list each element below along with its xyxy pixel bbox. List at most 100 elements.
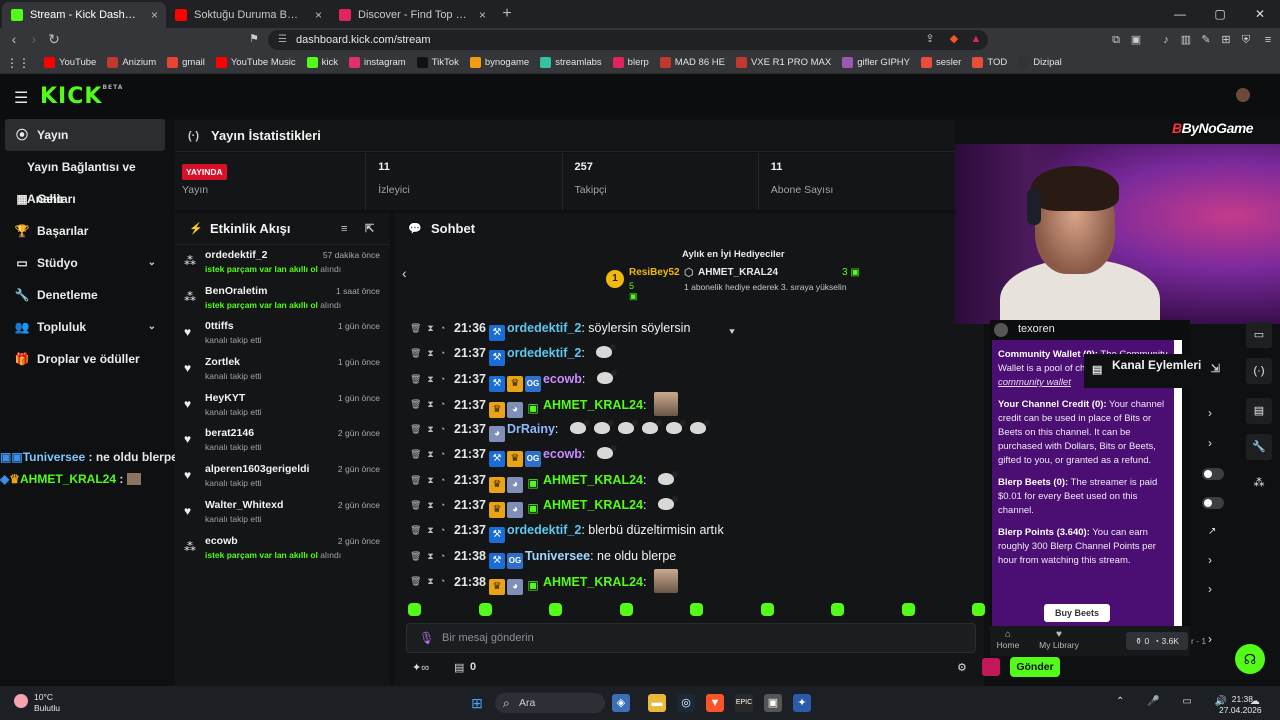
bookmark-item[interactable]: instagram xyxy=(349,57,406,68)
blerp-icon[interactable]: ⁂ xyxy=(1246,470,1272,496)
steam-icon[interactable]: ◎ xyxy=(677,694,695,712)
mod-actions-icon[interactable]: 🗑⧗◔ xyxy=(410,417,451,442)
chat-username[interactable]: AHMET_KRAL24 xyxy=(543,498,643,512)
chevron-right-icon[interactable]: › xyxy=(1208,632,1212,646)
chat-message[interactable]: 🗑⧗◔ 21:36 ⚒ ordedektif_2: söylersin söylers… xyxy=(406,316,966,341)
popout-icon[interactable]: ⇱ xyxy=(365,213,374,245)
mod-actions-icon[interactable]: 🗑⧗◔ xyxy=(410,468,451,493)
site-info-icon[interactable]: ☰ xyxy=(278,30,287,50)
store-icon[interactable]: ▤ xyxy=(454,661,464,674)
close-tab-icon[interactable]: × xyxy=(479,2,486,28)
feed-item[interactable]: ♥ alperen1603gerigeldi 2 gün önce kanalı ta… xyxy=(175,459,390,495)
chevron-right-icon[interactable]: › xyxy=(1208,582,1212,596)
chevron-down-icon[interactable]: ⌄ xyxy=(148,311,156,343)
chat-message[interactable]: 🗑⧗◔ 21:37 ♛ ◕ ▣ AHMET_KRAL24: xyxy=(406,493,966,519)
taskbar-search[interactable]: Ara xyxy=(495,693,605,713)
quick-emote-icon[interactable] xyxy=(901,603,915,616)
chevron-right-icon[interactable]: › xyxy=(1208,406,1212,420)
apps-icon[interactable]: ⋮⋮ xyxy=(6,56,30,70)
bookmark-item[interactable]: Dizipal xyxy=(1018,57,1062,68)
mod-actions-icon[interactable]: 🗑⧗◔ xyxy=(410,569,451,594)
chat-message[interactable]: 🗑⧗◔ 21:37 ◕ DrRainy: xyxy=(406,417,966,443)
browser-tab[interactable]: Soktuğu Duruma Bak | YouTube Music× xyxy=(166,2,330,28)
toggle-switch[interactable] xyxy=(1202,468,1224,480)
minimize-icon[interactable]: — xyxy=(1160,0,1200,28)
feed-item[interactable]: ⁂ BenOraletim 1 saat önce istek parçam var … xyxy=(175,281,390,317)
filter-icon[interactable]: ≡ xyxy=(341,213,347,245)
chat-message[interactable]: 🗑⧗◔ 21:37 ♛ ◕ ▣ AHMET_KRAL24: xyxy=(406,391,966,418)
taskbar-clock[interactable]: 21:38 27.04.2026 xyxy=(1219,694,1262,716)
chat-message[interactable]: 🗑⧗◔ 21:37 ⚒ ♛ OG ecowb: xyxy=(406,442,966,468)
sidebar-icon[interactable]: ▥ xyxy=(1178,32,1194,48)
feed-item[interactable]: ♥ Walter_Whitexd 2 gün önce kanalı takip et… xyxy=(175,495,390,531)
wallet-icon[interactable]: ⊞ xyxy=(1218,32,1234,48)
music-icon[interactable]: ♪ xyxy=(1158,32,1174,48)
app-icon[interactable]: ◈ xyxy=(612,694,630,712)
chat-message[interactable]: 🗑⧗◔ 21:37 ⚒ ordedektif_2: xyxy=(406,341,966,367)
feed-item[interactable]: ⁂ ordedektif_2 57 dakika önce istek parçam … xyxy=(175,245,390,281)
feed-item[interactable]: ♥ HeyKYT 1 gün önce kanalı takip etti xyxy=(175,388,390,424)
sidebar-item[interactable]: 🔧 Denetleme xyxy=(0,279,170,311)
user-avatar[interactable] xyxy=(1236,88,1250,102)
bookmark-item[interactable]: VXE R1 PRO MAX xyxy=(735,57,831,68)
chat-username[interactable]: ordedektif_2 xyxy=(507,321,581,335)
chat-username[interactable]: AHMET_KRAL24 xyxy=(543,575,643,589)
bookmark-item[interactable]: YouTube xyxy=(44,57,96,68)
close-tab-icon[interactable]: × xyxy=(315,2,322,28)
menu-icon[interactable]: ≡ xyxy=(1260,32,1276,48)
stats-icon[interactable]: ↗ xyxy=(1208,526,1216,537)
bookmark-item[interactable]: kick xyxy=(306,57,338,68)
sidebar-item[interactable]: ▭ Stüdyo ⌄ xyxy=(0,247,170,279)
bookmark-icon[interactable]: ⚑ xyxy=(246,31,262,47)
kick-logo[interactable]: KICKBETA xyxy=(40,84,123,109)
credit-balance[interactable]: ⚱ 0 ◔ 3.6K xyxy=(1126,632,1188,650)
new-tab-icon[interactable]: + xyxy=(494,2,520,28)
url-field[interactable]: ☰ dashboard.kick.com/stream xyxy=(268,30,988,50)
brave-shield-icon[interactable]: ◆ xyxy=(946,31,962,47)
mod-actions-icon[interactable]: 🗑⧗◔ xyxy=(410,367,451,392)
support-icon[interactable]: ☊ xyxy=(1235,644,1265,674)
chat-message[interactable]: 🗑⧗◔ 21:38 ⚒ OG Tuniversee: ne oldu blerpe xyxy=(406,544,966,569)
chat-input[interactable]: 🎙 Bir mesaj gönderin xyxy=(406,623,976,653)
sidebar-item[interactable]: ▦ Gelir xyxy=(0,183,170,215)
chat-username[interactable]: AHMET_KRAL24 xyxy=(543,398,643,412)
screenshot-icon[interactable]: ▣ xyxy=(1128,32,1144,48)
quick-emote-icon[interactable] xyxy=(478,603,492,616)
bookmark-item[interactable]: bynogame xyxy=(469,57,529,68)
broadcast-icon[interactable]: (·) xyxy=(1246,358,1272,384)
sidebar-item[interactable]: ⦿ Yayın xyxy=(5,119,165,151)
chat-username[interactable]: AHMET_KRAL24 xyxy=(543,473,643,487)
quick-emote-icon[interactable] xyxy=(690,603,703,616)
weather-widget[interactable]: 10°C Bulutlu xyxy=(14,692,60,714)
browser-tab[interactable]: Stream - Kick Dashboard × xyxy=(2,2,166,28)
chat-username[interactable]: DrRainy xyxy=(507,422,555,436)
chat-username[interactable]: ecowb xyxy=(543,447,582,461)
reload-icon[interactable]: ↻ xyxy=(44,31,64,48)
extension-icon[interactable]: ⧉ xyxy=(1108,32,1124,48)
mod-actions-icon[interactable]: 🗑⧗◔ xyxy=(410,316,451,341)
mod-actions-icon[interactable]: 🗑⧗◔ xyxy=(410,518,451,543)
microphone-icon[interactable]: 🎙 xyxy=(419,624,434,652)
sidebar-item[interactable]: 🎁 Droplar ve ödüller xyxy=(0,343,170,375)
channel-actions-icon[interactable]: ▤ xyxy=(1246,398,1272,424)
chat-message[interactable]: 🗑⧗◔ 21:38 ♛ ◕ ▣ AHMET_KRAL24: xyxy=(406,568,966,595)
send-button[interactable]: Gönder xyxy=(1010,657,1060,677)
forward-icon[interactable]: › xyxy=(24,31,44,47)
feed-item[interactable]: ⁂ ecowb 2 gün önce istek parçam var lan akı… xyxy=(175,531,390,567)
chat-username[interactable]: ecowb xyxy=(543,372,582,386)
sidebar-item[interactable]: 🏆 Başarılar xyxy=(0,215,170,247)
bookmark-item[interactable]: sesler xyxy=(921,57,961,68)
feed-item[interactable]: ♥ 0ttiffs 1 gün önce kanalı takip etti xyxy=(175,316,390,352)
extensions-icon[interactable]: ✎ xyxy=(1198,32,1214,48)
brave-browser-icon[interactable]: ▼ xyxy=(706,694,724,712)
windows-start-icon[interactable]: ⊞ xyxy=(468,694,486,712)
back-icon[interactable]: ‹ xyxy=(4,31,24,47)
quick-emote-icon[interactable] xyxy=(408,603,421,616)
wrench-icon[interactable]: 🔧 xyxy=(1246,434,1272,460)
brave-rewards-icon[interactable]: ▲ xyxy=(968,31,984,47)
nav-library[interactable]: ♥ My Library xyxy=(1036,629,1082,650)
store-icon[interactable]: ▣ xyxy=(764,694,782,712)
sidebar-item[interactable]: 👥 Topluluk ⌄ xyxy=(0,311,170,343)
chat-message[interactable]: 🗑⧗◔ 21:37 ♛ ◕ ▣ AHMET_KRAL24: xyxy=(406,468,966,493)
chevron-right-icon[interactable]: › xyxy=(1208,436,1212,450)
